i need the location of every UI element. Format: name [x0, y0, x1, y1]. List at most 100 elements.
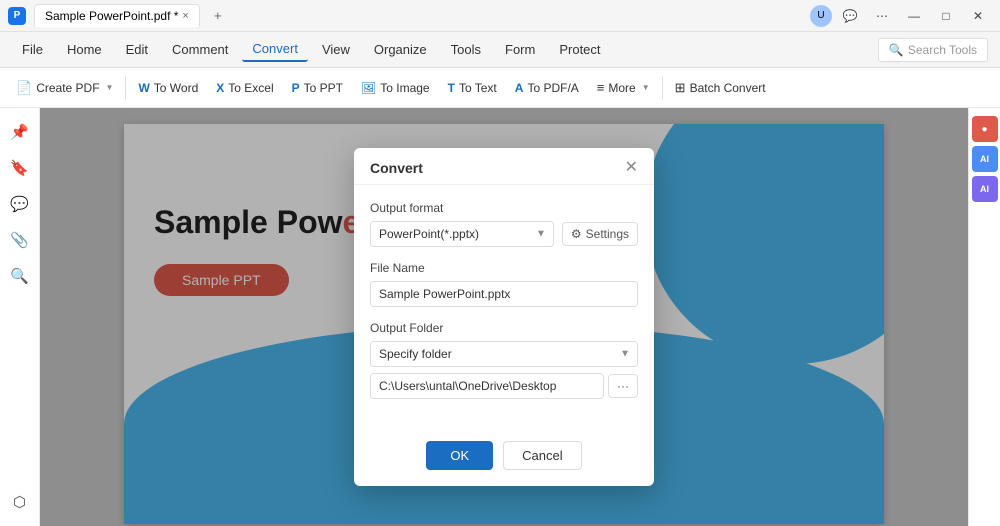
modal-body: Output format PowerPoint(*.pptx) ▼ ⚙ Set… — [354, 185, 654, 429]
search-icon: 🔍 — [889, 43, 904, 57]
sidebar-icon-pin[interactable]: 📌 — [4, 116, 36, 148]
convert-modal: Convert ✕ Output format PowerPoint(*.ppt… — [354, 148, 654, 486]
folder-browse-button[interactable]: ··· — [608, 374, 638, 398]
to-excel-label: To Excel — [228, 81, 273, 95]
settings-gear-icon: ⚙ — [571, 227, 582, 241]
menu-tools[interactable]: Tools — [441, 38, 491, 61]
tab-close-icon[interactable]: × — [182, 10, 188, 22]
menu-convert[interactable]: Convert — [242, 37, 308, 62]
output-format-label: Output format — [370, 201, 638, 215]
tab-title: Sample PowerPoint.pdf * — [45, 9, 178, 23]
avatar: U — [810, 5, 832, 27]
create-pdf-label: Create PDF — [36, 81, 99, 95]
menu-dots-button[interactable]: ⋯ — [868, 6, 896, 26]
toolbar: 📄 Create PDF W To Word X To Excel P To P… — [0, 68, 1000, 108]
to-word-icon: W — [138, 81, 149, 95]
left-sidebar: 📌 🔖 💬 📎 🔍 ⬡ — [0, 108, 40, 526]
toolbar-divider-2 — [662, 76, 663, 100]
menu-comment[interactable]: Comment — [162, 38, 238, 61]
to-word-label: To Word — [154, 81, 198, 95]
batch-convert-button[interactable]: ⊞ Batch Convert — [667, 75, 774, 101]
modal-close-button[interactable]: ✕ — [625, 160, 638, 176]
right-icon-ai-2[interactable]: AI — [972, 176, 998, 202]
chat-button[interactable]: 💬 — [836, 6, 864, 26]
to-ppt-label: To PPT — [304, 81, 343, 95]
output-format-group: Output format PowerPoint(*.pptx) ▼ ⚙ Set… — [370, 201, 638, 247]
minimize-button[interactable]: — — [900, 6, 928, 26]
title-bar: P Sample PowerPoint.pdf * × + U 💬 ⋯ — □ … — [0, 0, 1000, 32]
right-ai-icon-1: AI — [980, 154, 989, 164]
to-ppt-button[interactable]: P To PPT — [284, 76, 351, 100]
format-select-wrapper: PowerPoint(*.pptx) ▼ — [370, 221, 554, 247]
title-bar-right: U 💬 ⋯ — □ ✕ — [810, 5, 992, 27]
batch-convert-label: Batch Convert — [690, 81, 766, 95]
output-folder-label: Output Folder — [370, 321, 638, 335]
settings-button[interactable]: ⚙ Settings — [562, 222, 638, 246]
to-image-button[interactable]: 🖼 To Image — [353, 76, 438, 100]
right-ai-icon-2: AI — [980, 184, 989, 194]
menu-bar: File Home Edit Comment Convert View Orga… — [0, 32, 1000, 68]
modal-title: Convert — [370, 160, 423, 176]
file-name-input[interactable] — [370, 281, 638, 307]
to-image-icon: 🖼 — [361, 81, 376, 95]
close-button[interactable]: ✕ — [964, 6, 992, 26]
folder-path-input[interactable] — [370, 373, 604, 399]
main-container: 📌 🔖 💬 📎 🔍 ⬡ Sample PowerPoint Sample PPT — [0, 108, 1000, 526]
menu-form[interactable]: Form — [495, 38, 545, 61]
new-tab-button[interactable]: + — [208, 6, 228, 26]
modal-overlay: Convert ✕ Output format PowerPoint(*.ppt… — [40, 108, 968, 526]
menu-view[interactable]: View — [312, 38, 360, 61]
search-tools-label: Search Tools — [908, 43, 977, 57]
create-pdf-button[interactable]: 📄 Create PDF — [8, 75, 121, 101]
app-icon: P — [8, 7, 26, 25]
sidebar-icon-bookmark[interactable]: 🔖 — [4, 152, 36, 184]
right-icon-1: ● — [981, 124, 987, 135]
sidebar-icon-comment[interactable]: 💬 — [4, 188, 36, 220]
settings-label: Settings — [586, 227, 629, 241]
to-image-label: To Image — [380, 81, 429, 95]
to-word-button[interactable]: W To Word — [130, 76, 206, 100]
maximize-button[interactable]: □ — [932, 6, 960, 26]
folder-select-wrapper: Specify folder ▼ — [370, 341, 638, 367]
modal-header: Convert ✕ — [354, 148, 654, 185]
output-format-row: PowerPoint(*.pptx) ▼ ⚙ Settings — [370, 221, 638, 247]
menu-home[interactable]: Home — [57, 38, 112, 61]
sidebar-icon-search[interactable]: 🔍 — [4, 260, 36, 292]
more-button[interactable]: ≡ More — [589, 75, 658, 100]
to-excel-icon: X — [216, 81, 224, 95]
cancel-button[interactable]: Cancel — [503, 441, 581, 470]
right-icon-red[interactable]: ● — [972, 116, 998, 142]
menu-file[interactable]: File — [12, 38, 53, 61]
file-name-label: File Name — [370, 261, 638, 275]
to-excel-button[interactable]: X To Excel — [208, 76, 281, 100]
more-label: More — [608, 81, 635, 95]
output-folder-group: Output Folder Specify folder ▼ ··· — [370, 321, 638, 399]
to-text-label: To Text — [459, 81, 497, 95]
to-ppt-icon: P — [292, 81, 300, 95]
to-pdfa-icon: A — [515, 81, 524, 95]
ok-button[interactable]: OK — [426, 441, 493, 470]
menu-protect[interactable]: Protect — [549, 38, 610, 61]
menu-organize[interactable]: Organize — [364, 38, 437, 61]
title-bar-left: P Sample PowerPoint.pdf * × + — [8, 4, 810, 27]
file-name-group: File Name — [370, 261, 638, 307]
right-panel: ● AI AI — [968, 108, 1000, 526]
output-format-select[interactable]: PowerPoint(*.pptx) — [370, 221, 554, 247]
modal-footer: OK Cancel — [354, 429, 654, 486]
content-area: Sample PowerPoint Sample PPT Convert ✕ O… — [40, 108, 968, 526]
sidebar-icon-layers[interactable]: ⬡ — [4, 486, 36, 518]
active-tab[interactable]: Sample PowerPoint.pdf * × — [34, 4, 200, 27]
batch-convert-icon: ⊞ — [675, 80, 686, 96]
menu-edit[interactable]: Edit — [116, 38, 158, 61]
to-text-button[interactable]: T To Text — [440, 76, 505, 100]
folder-path-wrapper: ··· — [370, 373, 638, 399]
sidebar-icon-attachment[interactable]: 📎 — [4, 224, 36, 256]
toolbar-divider-1 — [125, 76, 126, 100]
to-pdfa-label: To PDF/A — [527, 81, 578, 95]
more-icon: ≡ — [597, 80, 605, 95]
right-icon-ai-1[interactable]: AI — [972, 146, 998, 172]
create-pdf-icon: 📄 — [16, 80, 32, 96]
folder-option-select[interactable]: Specify folder — [370, 341, 638, 367]
to-pdfa-button[interactable]: A To PDF/A — [507, 76, 587, 100]
search-tools-bar[interactable]: 🔍 Search Tools — [878, 38, 988, 62]
